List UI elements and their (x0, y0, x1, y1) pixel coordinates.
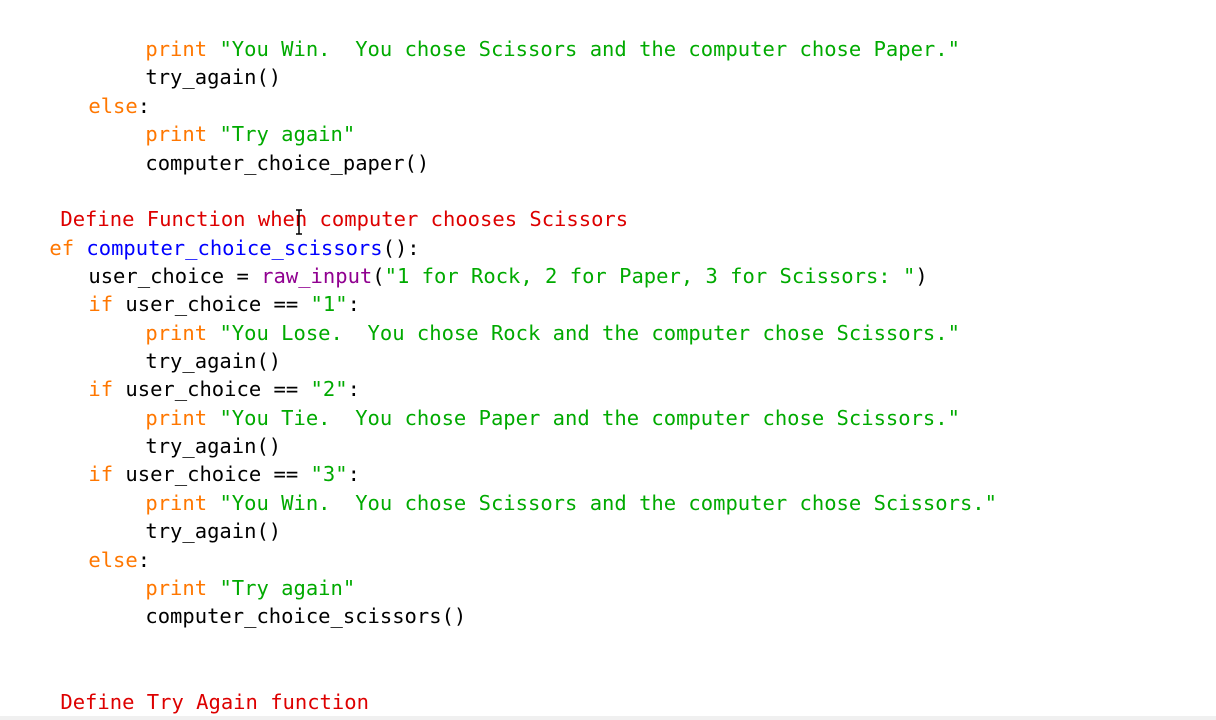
code-text: computer_choice_scissors() (145, 604, 467, 628)
code-line[interactable]: Define Try Again function (11, 660, 369, 714)
code-text: try_again() (145, 65, 282, 89)
code-line[interactable]: else: (39, 64, 150, 118)
code-line[interactable]: if user_choice == "2": (39, 347, 360, 401)
string-literal: "You Lose. You chose Rock and the comput… (219, 321, 960, 345)
code-line[interactable]: if user_choice == "3": (39, 432, 360, 486)
code-line[interactable]: try_again() (96, 404, 281, 458)
code-text: try_again() (145, 519, 282, 543)
code-line[interactable]: print "Try again" (96, 92, 355, 146)
code-line[interactable]: print "Try again" (96, 546, 355, 600)
string-literal: "You Tie. You chose Paper and the comput… (219, 406, 960, 430)
code-line[interactable]: user_choice = raw_input("1 for Rock, 2 f… (39, 234, 927, 288)
code-line[interactable]: try_again() (96, 35, 281, 89)
code-line[interactable]: print "You Win. You chose Scissors and t… (96, 461, 997, 515)
code-text: ) (915, 264, 928, 288)
code-line[interactable]: ef computer_choice_scissors(): (0, 206, 419, 260)
string-literal: "1 for Rock, 2 for Paper, 3 for Scissors… (384, 264, 916, 288)
code-line[interactable]: Define Function when computer chooses Sc… (11, 177, 628, 231)
code-text: ( (372, 264, 385, 288)
code-line[interactable]: print "You Win. You chose Scissors and t… (96, 7, 960, 61)
code-line[interactable]: print "You Tie. You chose Paper and the … (96, 376, 960, 430)
code-line[interactable]: if user_choice == "1": (39, 262, 360, 316)
code-line[interactable]: try_again() (96, 489, 281, 543)
text-cursor-icon (295, 208, 303, 236)
code-line[interactable]: ef try_again(): (0, 688, 234, 720)
string-literal: "You Win. You chose Scissors and the com… (219, 491, 997, 515)
bottom-edge (0, 716, 1216, 720)
code-line[interactable]: computer_choice_scissors() (96, 574, 466, 628)
string-literal: "You Win. You chose Scissors and the com… (219, 37, 960, 61)
code-text: computer_choice_paper() (145, 151, 430, 175)
code-line[interactable]: computer_choice_paper() (96, 121, 429, 175)
code-line[interactable]: try_again() (96, 319, 281, 373)
code-line[interactable]: else: (39, 518, 150, 572)
code-line[interactable]: print "You Lose. You chose Rock and the … (96, 291, 960, 345)
code-editor[interactable]: print "You Win. You chose Scissors and t… (0, 0, 1216, 720)
